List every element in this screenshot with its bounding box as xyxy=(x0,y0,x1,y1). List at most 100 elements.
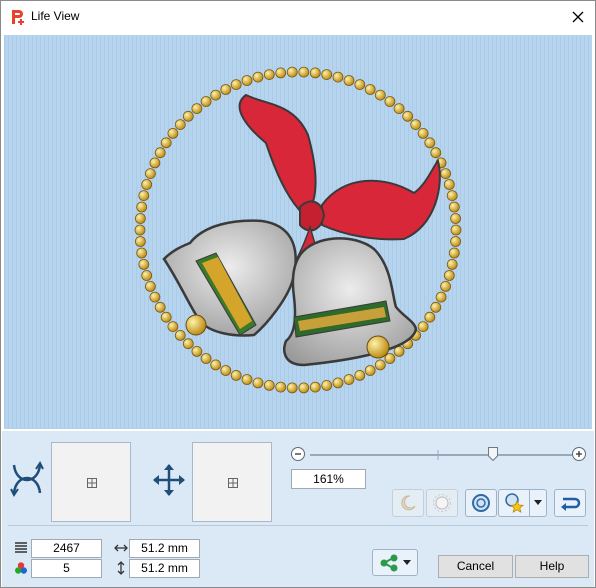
title-bar: Life View xyxy=(1,1,595,32)
cancel-button[interactable]: Cancel xyxy=(438,555,513,578)
gold-bead xyxy=(174,119,186,130)
effects-dropdown[interactable] xyxy=(529,489,547,517)
light-mode-button[interactable] xyxy=(426,489,458,517)
rotate-navigator[interactable] xyxy=(51,442,131,522)
gold-bead xyxy=(417,128,429,139)
close-icon xyxy=(572,11,584,22)
width-field: 51.2 mm xyxy=(129,539,200,558)
crosshair-icon xyxy=(228,478,238,488)
gold-bead xyxy=(440,280,452,292)
gold-bead xyxy=(144,168,156,180)
move-icon xyxy=(153,464,185,496)
gold-bead xyxy=(134,236,146,247)
gold-bead xyxy=(263,69,275,80)
flip-icon xyxy=(561,497,581,511)
app-icon xyxy=(12,10,24,25)
gold-bead xyxy=(182,338,194,350)
gold-bead xyxy=(450,213,462,224)
close-button[interactable] xyxy=(563,3,593,30)
zoom-level-field[interactable]: 161% xyxy=(291,469,366,489)
gold-bead xyxy=(343,75,355,86)
gold-bead xyxy=(384,353,396,364)
gold-bead xyxy=(252,377,264,389)
gold-bead xyxy=(191,103,203,114)
gold-bead xyxy=(424,137,436,149)
gold-bead xyxy=(241,374,253,385)
control-panel: 161% 2467 5 51.2 mm 51.2 mm Cancel Help xyxy=(2,431,594,587)
hoop-icon xyxy=(472,494,490,512)
share-button[interactable] xyxy=(372,549,418,576)
gold-bead xyxy=(286,66,298,78)
gold-bead xyxy=(424,311,436,323)
gold-bead xyxy=(354,369,366,381)
gold-bead xyxy=(191,345,203,357)
gold-bead xyxy=(364,365,376,376)
rotate-3d-icon xyxy=(10,461,44,497)
embroidery-preview[interactable] xyxy=(4,35,592,429)
color-count-field: 5 xyxy=(31,559,102,578)
gold-bead xyxy=(446,190,458,202)
minus-icon xyxy=(295,453,301,455)
star-effects-icon xyxy=(505,493,525,513)
gold-bead xyxy=(136,201,148,213)
embroidery-design xyxy=(4,35,592,429)
gold-bead xyxy=(160,311,172,323)
gold-bead xyxy=(220,365,232,376)
gold-bead xyxy=(393,103,405,114)
gold-bead xyxy=(263,379,275,391)
gold-bead xyxy=(332,71,344,83)
zoom-in-button[interactable] xyxy=(572,447,586,461)
flip-view-button[interactable] xyxy=(554,489,586,517)
gold-bead xyxy=(200,96,212,107)
crosshair-icon xyxy=(87,478,97,488)
gold-bead xyxy=(149,157,161,169)
gold-bead xyxy=(160,137,172,149)
gold-bead xyxy=(275,67,287,79)
gold-bead xyxy=(450,224,462,236)
stitch-count-field: 2467 xyxy=(31,539,102,558)
help-button[interactable]: Help xyxy=(515,555,589,578)
effects-button[interactable] xyxy=(498,489,530,517)
gold-bead xyxy=(241,75,253,86)
hoop-button[interactable] xyxy=(465,489,497,517)
life-view-window: Life View 161% 2467 5 51.2 mm 51.2 mm Ca… xyxy=(0,0,596,588)
gold-bead xyxy=(136,247,148,259)
gold-bead xyxy=(343,374,355,385)
gold-bead xyxy=(321,69,333,80)
gold-bead xyxy=(435,291,447,303)
moon-icon xyxy=(401,495,416,511)
gold-bead xyxy=(430,301,442,313)
gold-bead xyxy=(141,270,153,281)
gold-bead xyxy=(174,329,186,341)
gold-bead xyxy=(402,110,414,122)
gold-bead xyxy=(141,179,153,190)
chevron-down-icon xyxy=(534,500,542,505)
gold-bead xyxy=(443,179,455,190)
slider-tick xyxy=(437,450,439,460)
pan-navigator[interactable] xyxy=(192,442,272,522)
gold-bead xyxy=(309,381,321,393)
gold-bead xyxy=(321,379,333,391)
panel-divider xyxy=(8,525,588,526)
zoom-out-button[interactable] xyxy=(291,447,305,461)
gold-bead xyxy=(252,71,264,83)
gold-bead xyxy=(286,382,298,394)
gold-bead xyxy=(167,321,179,333)
chevron-down-icon xyxy=(403,559,411,565)
gold-bead xyxy=(167,128,179,139)
gold-bead xyxy=(417,321,429,333)
zoom-slider-track[interactable] xyxy=(310,454,572,456)
gold-bead xyxy=(210,89,222,101)
gold-bead xyxy=(448,201,460,213)
night-mode-button[interactable] xyxy=(392,489,424,517)
plus-icon xyxy=(576,451,582,457)
zoom-slider-thumb[interactable] xyxy=(488,447,499,461)
gold-bead xyxy=(374,89,386,101)
gold-bead xyxy=(450,236,462,247)
gold-bead xyxy=(154,301,166,313)
gold-bead xyxy=(230,369,242,381)
colors-icon xyxy=(15,562,27,574)
gold-bead xyxy=(154,147,166,159)
gold-bead xyxy=(332,377,344,389)
gold-bead xyxy=(275,381,287,393)
